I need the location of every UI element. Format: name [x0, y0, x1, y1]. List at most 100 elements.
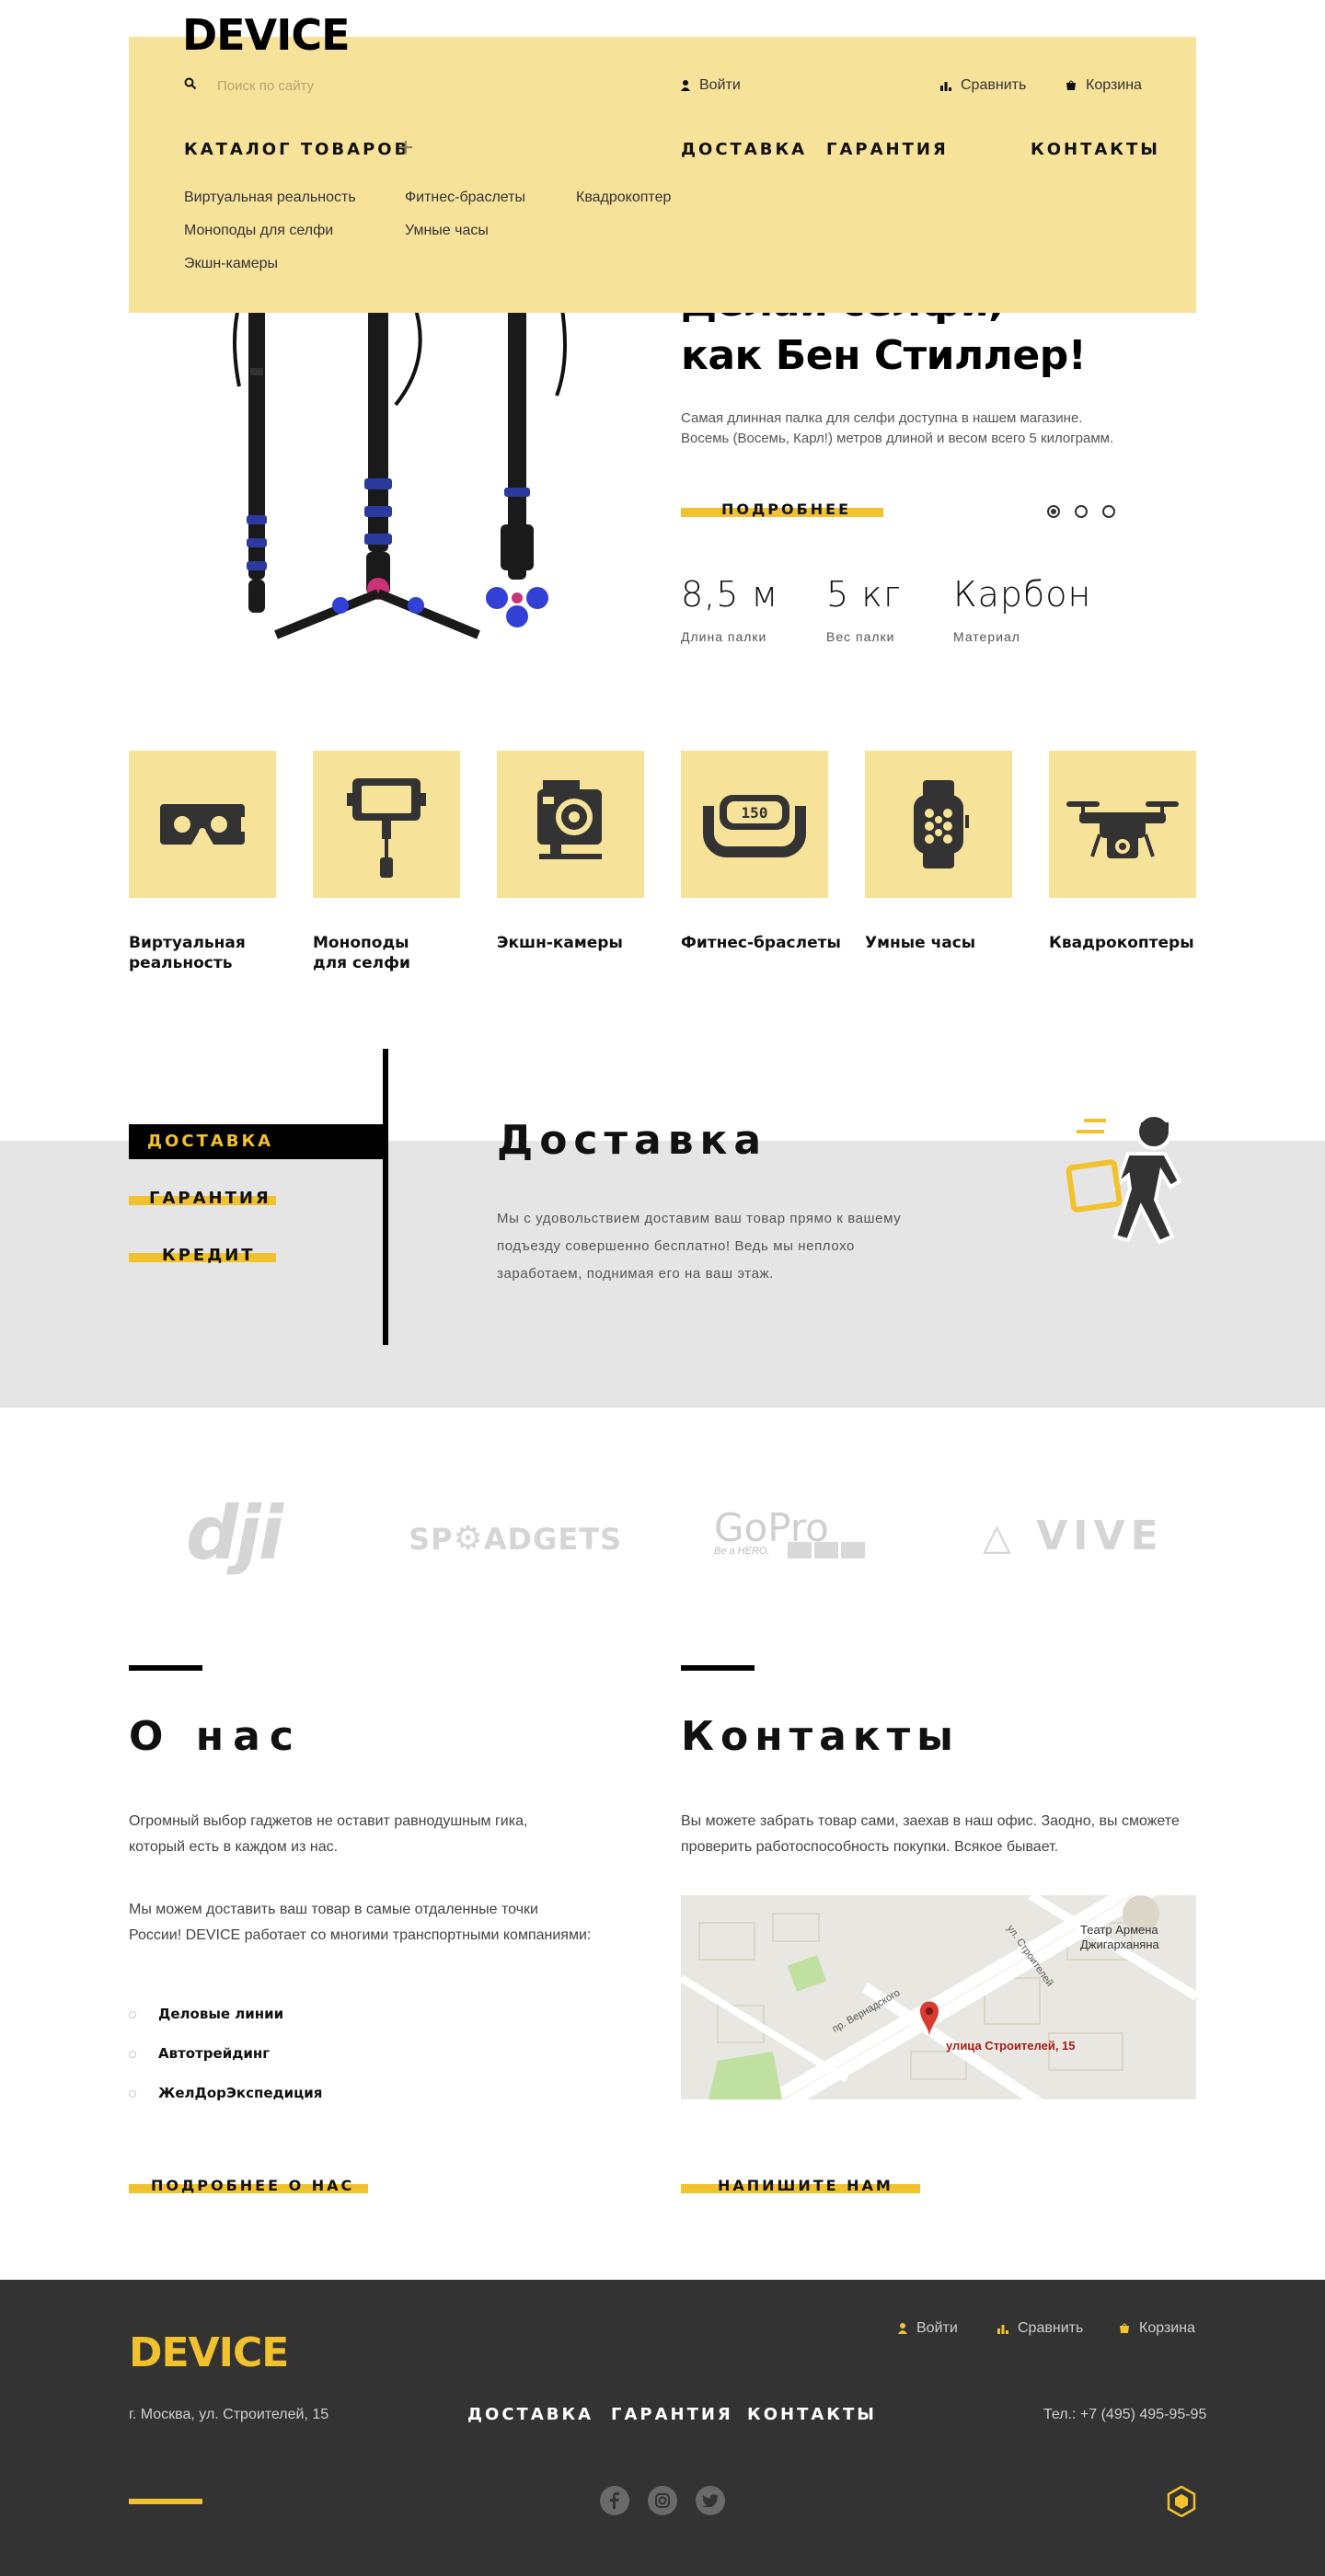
about-accent-bar	[129, 1665, 202, 1671]
category-tile-action-cam[interactable]	[497, 751, 644, 898]
tab-warranty[interactable]: ГАРАНТИЯ	[149, 1189, 271, 1208]
cart-icon	[1066, 80, 1076, 90]
category-tile-monopod[interactable]	[313, 751, 460, 898]
login-label: Войти	[699, 77, 741, 93]
catalog-item-action-cam[interactable]: Экшн-камеры	[184, 256, 278, 272]
delivery-text-line2: подъезду совершенно бесплатно! Ведь мы н…	[497, 1238, 855, 1254]
hero-title-line2: как Бен Стиллер!	[681, 332, 1087, 379]
partner-item-2: Автотрейдинг	[158, 2045, 271, 2062]
category-tile-vr[interactable]	[129, 751, 276, 898]
header-panel: Войти Сравнить Корзина КАТАЛОГ ТОВАРОВ +…	[129, 37, 1196, 313]
map-theatre-line2: Джигарханяна	[1080, 1938, 1159, 1951]
footer-cart-label: Корзина	[1139, 2320, 1195, 2336]
about-p1-line2: который есть в каждом из нас.	[129, 1839, 339, 1855]
fitness-band-icon: 150	[703, 795, 806, 857]
map-theatre-label: Театр Армена Джигарханяна	[1080, 1923, 1159, 1952]
slider-dot-3[interactable]	[1102, 505, 1115, 518]
drone-icon	[1066, 801, 1179, 858]
footer-nav-delivery[interactable]: ДОСТАВКА	[467, 2405, 593, 2424]
footer-logo[interactable]: DEVICE	[129, 2329, 289, 2376]
footer-login-link[interactable]: Войти	[898, 2320, 958, 2337]
partner-item-1: Деловые линии	[158, 2006, 284, 2022]
contacts-p-line2: проверить работоспособность покупки. Вся…	[681, 1839, 1059, 1855]
stat-material-label: Материал	[953, 629, 1020, 644]
stat-weight-label: Вес палки	[826, 629, 895, 644]
nav-delivery[interactable]: ДОСТАВКА	[681, 140, 807, 159]
courier-icon	[1066, 1113, 1182, 1245]
catalog-item-watch[interactable]: Умные часы	[405, 223, 489, 239]
category-name-vr[interactable]: Виртуальная реальность	[129, 933, 246, 973]
action-camera-icon	[537, 780, 602, 859]
footer-login-label: Войти	[916, 2320, 958, 2336]
login-link[interactable]: Войти	[681, 77, 741, 94]
about-p2-line2: России! DEVICE работает со многими транс…	[129, 1927, 592, 1943]
category-name-action-cam[interactable]: Экшн-камеры	[497, 933, 623, 953]
nav-warranty[interactable]: ГАРАНТИЯ	[826, 140, 949, 159]
site-logo[interactable]: DEVICE	[182, 9, 351, 61]
category-name-vr-line1: Виртуальная	[129, 934, 246, 952]
brand-sp-suffix: ADGETS	[483, 1522, 623, 1557]
delivery-text-line1: Мы с удовольствием доставим ваш товар пр…	[497, 1211, 902, 1226]
list-bullet	[129, 2051, 136, 2058]
slider-dot-2[interactable]	[1075, 505, 1088, 518]
search-icon[interactable]	[184, 77, 197, 90]
hero-description: Самая длинная палка для селфи доступна в…	[681, 408, 1159, 449]
tab-delivery[interactable]: ДОСТАВКА	[129, 1124, 388, 1159]
category-tile-watch[interactable]	[865, 751, 1012, 898]
footer-nav-warranty[interactable]: ГАРАНТИЯ	[611, 2405, 733, 2424]
about-title: О нас	[129, 1713, 303, 1760]
map-theatre-line1: Театр Армена	[1080, 1923, 1158, 1937]
stat-length-label: Длина палки	[681, 629, 767, 644]
brand-dji-logo[interactable]: dji	[186, 1490, 283, 1576]
catalog-item-monopod[interactable]: Моноподы для селфи	[184, 223, 333, 239]
cart-link[interactable]: Корзина	[1066, 77, 1142, 94]
tab-credit[interactable]: КРЕДИТ	[162, 1246, 256, 1265]
category-tile-drone[interactable]	[1049, 751, 1196, 898]
selfie-stick-icon	[347, 778, 426, 878]
hero-desc-line1: Самая длинная палка для селфи доступна в…	[681, 410, 1083, 426]
category-name-monopod-line1: Моноподы	[313, 934, 409, 952]
contacts-map[interactable]: пр. Вернадского ул. Строителей Театр Арм…	[681, 1895, 1196, 2099]
category-name-fitness[interactable]: Фитнес-браслеты	[681, 933, 841, 953]
category-name-drone[interactable]: Квадрокоптеры	[1049, 933, 1194, 953]
nav-contacts[interactable]: КОНТАКТЫ	[1031, 140, 1160, 159]
category-name-watch[interactable]: Умные часы	[865, 933, 975, 953]
about-more-button[interactable]: ПОДРОБНЕЕ О НАС	[151, 2177, 354, 2194]
stat-weight-value: 5 кг	[826, 574, 902, 615]
about-paragraph-2: Мы можем доставить ваш товар в самые отд…	[129, 1897, 591, 1949]
twitter-icon[interactable]	[696, 2486, 725, 2515]
footer-compare-link[interactable]: Сравнить	[997, 2320, 1083, 2337]
instagram-icon[interactable]	[648, 2486, 677, 2515]
plus-icon[interactable]: +	[398, 132, 414, 164]
delivery-text: Мы с удовольствием доставим ваш товар пр…	[497, 1205, 975, 1288]
contacts-accent-bar	[681, 1665, 755, 1671]
catalog-item-drone[interactable]: Квадрокоптер	[576, 190, 671, 206]
cart-label: Корзина	[1086, 77, 1142, 93]
hero-more-button[interactable]: ПОДРОБНЕЕ	[721, 500, 851, 518]
map-marker-label: улица Строителей, 15	[946, 2039, 1076, 2053]
user-icon	[681, 80, 690, 91]
compare-link[interactable]: Сравнить	[940, 77, 1026, 94]
write-us-button[interactable]: НАПИШИТЕ НАМ	[718, 2177, 893, 2194]
footer-address: г. Москва, ул. Строителей, 15	[129, 2407, 329, 2422]
search-input[interactable]	[217, 72, 493, 99]
catalog-item-fitness[interactable]: Фитнес-браслеты	[405, 190, 525, 206]
facebook-icon[interactable]	[600, 2486, 629, 2515]
footer-nav-contacts[interactable]: КОНТАКТЫ	[747, 2405, 877, 2424]
partner-item-3: ЖелДорЭкспедиция	[158, 2085, 323, 2101]
gear-icon: ⚙	[453, 1520, 484, 1558]
category-tile-fitness[interactable]: 150	[681, 751, 828, 898]
catalog-menu[interactable]: КАТАЛОГ ТОВАРОВ	[184, 140, 409, 159]
about-p1-line1: Огромный выбор гаджетов не оставит равно…	[129, 1813, 528, 1829]
catalog-item-vr[interactable]: Виртуальная реальность	[184, 190, 356, 206]
brand-spgadgets-logo[interactable]: SP⚙ADGETS	[409, 1520, 622, 1558]
fitness-display-value: 150	[742, 804, 768, 822]
footer-cart-link[interactable]: Корзина	[1119, 2320, 1195, 2337]
about-p2-line1: Мы можем доставить ваш товар в самые отд…	[129, 1902, 538, 1917]
contacts-title: Контакты	[681, 1713, 960, 1760]
category-name-monopod[interactable]: Моноподы для селфи	[313, 933, 410, 973]
brand-vive-logo[interactable]: △ VIVE	[983, 1512, 1164, 1559]
smartwatch-icon	[914, 780, 969, 868]
slider-dot-1[interactable]	[1047, 505, 1060, 518]
developer-badge-icon[interactable]	[1167, 2486, 1196, 2517]
